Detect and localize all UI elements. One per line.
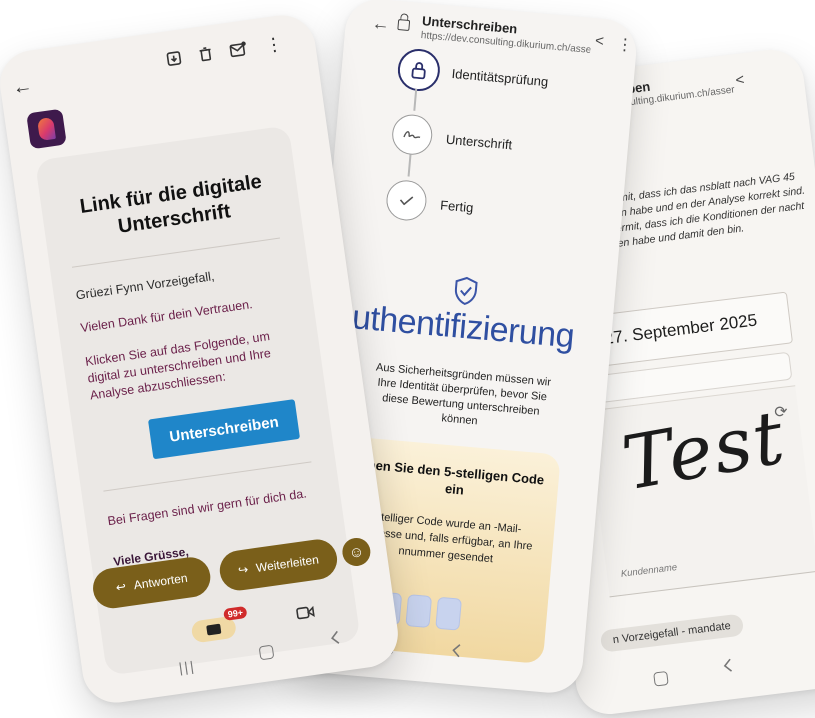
mark-unread-icon[interactable] — [228, 40, 248, 58]
reset-signature-icon[interactable]: ⟳ — [773, 401, 789, 422]
step-signature-label: Unterschrift — [445, 132, 513, 153]
email-thanks: Vielen Dank für dein Vertrauen. — [80, 297, 254, 335]
step-identity-label: Identitätsprüfung — [451, 66, 549, 89]
signature-icon — [403, 128, 422, 142]
nav-back-icon[interactable] — [329, 629, 341, 646]
forward-label: Weiterleiten — [255, 552, 319, 575]
step-connector — [408, 155, 412, 177]
nav-home-icon[interactable] — [653, 671, 669, 687]
auth-description: Aus Sicherheitsgründen müssen wir Ihre I… — [369, 360, 554, 435]
nav-back-icon[interactable] — [451, 642, 462, 659]
check-icon — [399, 195, 414, 206]
email-title: Link für die digitale Unterschrift — [70, 169, 275, 246]
shield-check-icon — [452, 275, 481, 307]
share-icon[interactable]: < — [735, 71, 746, 89]
step-identity-circle — [396, 47, 442, 93]
more-vert-icon[interactable]: ⋮ — [616, 34, 634, 55]
reply-label: Antworten — [133, 571, 188, 592]
sign-button[interactable]: Unterschreiben — [148, 399, 300, 459]
code-digit-input[interactable] — [435, 597, 462, 631]
back-arrow-icon[interactable]: ← — [11, 75, 34, 101]
app-logo — [26, 109, 67, 150]
mail-icon — [206, 624, 221, 636]
document-chip[interactable]: n Vorzeigefall - mandate — [600, 613, 744, 652]
video-icon[interactable] — [295, 604, 315, 620]
forward-icon: ↪ — [237, 562, 249, 577]
share-icon[interactable]: < — [594, 32, 604, 50]
signature-caption: Kundenname — [620, 562, 677, 580]
email-questions: Bei Fragen sind wir gern für dich da. — [107, 486, 308, 528]
email-instruction: Klicken Sie auf das Folgende, um digital… — [84, 323, 309, 404]
trash-icon[interactable] — [197, 45, 215, 63]
step-connector — [413, 89, 417, 111]
divider — [103, 461, 311, 491]
step-signature-circle — [391, 113, 434, 156]
archive-icon[interactable] — [165, 50, 183, 68]
back-arrow-icon[interactable]: ← — [371, 13, 391, 35]
signature-pad[interactable]: Test ⟳ Kundenname — [587, 385, 815, 597]
step-done-label: Fertig — [440, 197, 474, 215]
lock-icon — [397, 19, 410, 31]
date-value: 27. September 2025 — [603, 310, 758, 349]
lock-icon — [410, 60, 428, 79]
nav-home-icon[interactable] — [259, 645, 275, 661]
auth-title: Authentifizierung — [328, 296, 575, 356]
reply-icon: ↩ — [115, 579, 127, 594]
more-vert-icon[interactable]: ⋮ — [264, 33, 285, 56]
step-done-circle — [385, 179, 428, 222]
code-card-title: ben Sie den 5-stelligen Code ein — [359, 456, 551, 506]
code-digit-input[interactable] — [405, 594, 432, 628]
email-greeting: Grüezi Fynn Vorzeigefall, — [75, 269, 215, 302]
nav-recents-icon[interactable]: ||| — [178, 658, 197, 676]
signature-stroke: Test — [616, 394, 792, 507]
nav-back-icon[interactable] — [722, 657, 734, 674]
